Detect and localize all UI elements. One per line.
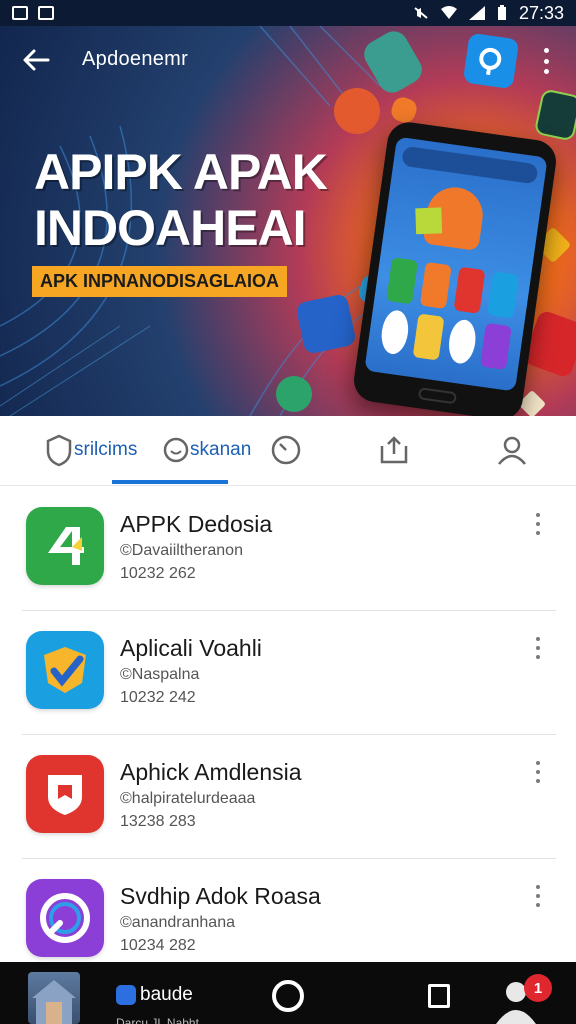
app-developer: ©Naspalna: [120, 666, 200, 683]
back-arrow-icon: [23, 49, 50, 71]
more-vertical-icon: [543, 48, 549, 53]
notification-icon: [38, 6, 54, 20]
list-item[interactable]: Aplicali Voahli ©Naspalna 10232 242: [0, 611, 576, 735]
back-button[interactable]: [20, 44, 52, 76]
app-developer: ©halpiratelurdeaaa: [120, 790, 256, 807]
search-circle-icon: [26, 879, 104, 957]
phone-search-bar: [401, 145, 539, 185]
app-meta: 10232 262: [120, 565, 196, 582]
clock-icon: [271, 435, 301, 465]
scan-icon: [163, 437, 189, 463]
status-bar: 27:33: [0, 0, 576, 26]
status-time: 27:33: [518, 2, 564, 23]
tab-label: srilcims: [74, 439, 138, 460]
tab-history[interactable]: [270, 430, 302, 470]
search-button[interactable]: [462, 32, 520, 90]
user-icon: [498, 436, 526, 465]
more-vertical-icon[interactable]: [528, 883, 548, 909]
list-item[interactable]: APPK Dedosia ©Davaiiltheranon 10232 262: [0, 487, 576, 611]
recents-icon[interactable]: [428, 984, 450, 1008]
app-meta: 10234 282: [120, 937, 196, 954]
more-vertical-icon[interactable]: [528, 759, 548, 785]
tab-profile[interactable]: [496, 430, 528, 470]
mute-icon: [414, 7, 428, 19]
tab-srilcims[interactable]: srilcims: [44, 430, 137, 470]
android-icon: [26, 507, 104, 585]
hero-banner: Aрdoenemr APIPK APAK INDOAHEAI APK INPNA…: [0, 26, 576, 416]
tab-share[interactable]: [378, 430, 410, 470]
tab-indicator: [112, 480, 228, 484]
account-button[interactable]: baude: [116, 984, 193, 1006]
more-options-button[interactable]: [536, 44, 556, 78]
app-name: APPK Dedosia: [120, 511, 273, 537]
bottom-navigation: baude Darcu JL Nabht: [0, 962, 576, 1024]
notification-badge: 1: [524, 974, 552, 1002]
tab-bar: srilcims skanan: [0, 416, 576, 486]
page-title: Aрdoenemr: [82, 48, 189, 70]
app-meta: 10232 242: [120, 689, 196, 706]
app-grid: [378, 257, 520, 371]
tab-label: skanan: [190, 439, 252, 460]
account-label: baude: [140, 984, 193, 1005]
more-vertical-icon[interactable]: [528, 511, 548, 537]
shield-icon: [26, 755, 104, 833]
shield-icon: [46, 434, 72, 467]
app-name: Aplicali Voahli: [120, 635, 262, 661]
tab-skanan[interactable]: skanan: [162, 430, 251, 470]
battery-icon: [497, 5, 506, 20]
avatar[interactable]: [28, 972, 80, 1024]
phone-home-button: [417, 387, 458, 405]
phone-screen: [364, 136, 548, 392]
signal-icon: [468, 6, 485, 20]
app-meta: 13238 283: [120, 813, 196, 830]
search-icon: [479, 47, 502, 76]
app-name: Svdhip Adok Roasa: [120, 883, 321, 909]
app-developer: ©anandranhana: [120, 914, 235, 931]
app-developer: ©Davaiiltheranon: [120, 542, 243, 559]
app-name: Aphick Amdlensia: [120, 759, 302, 785]
banner-subheadline: APK INPNANODISAGLAIOA: [32, 266, 288, 297]
wifi-icon: [440, 6, 457, 19]
shield-check-icon: [26, 631, 104, 709]
notification-icon: [12, 6, 28, 20]
blue-app-icon: [295, 293, 357, 355]
share-icon: [380, 436, 408, 464]
cube-icon: [415, 207, 443, 235]
account-icon: [116, 985, 136, 1005]
more-vertical-icon[interactable]: [528, 635, 548, 661]
app-list: APPK Dedosia ©Davaiiltheranon 10232 262 …: [0, 487, 576, 983]
list-item[interactable]: Aphick Amdlensia ©halpiratelurdeaaa 1323…: [0, 735, 576, 859]
ball-icon: [276, 376, 312, 412]
banner-headline: APIPK APAK INDOAHEAI: [34, 144, 328, 256]
account-sublabel: Darcu JL Nabht: [116, 1016, 199, 1024]
robot-icon: [334, 88, 380, 134]
home-icon[interactable]: [272, 980, 304, 1012]
